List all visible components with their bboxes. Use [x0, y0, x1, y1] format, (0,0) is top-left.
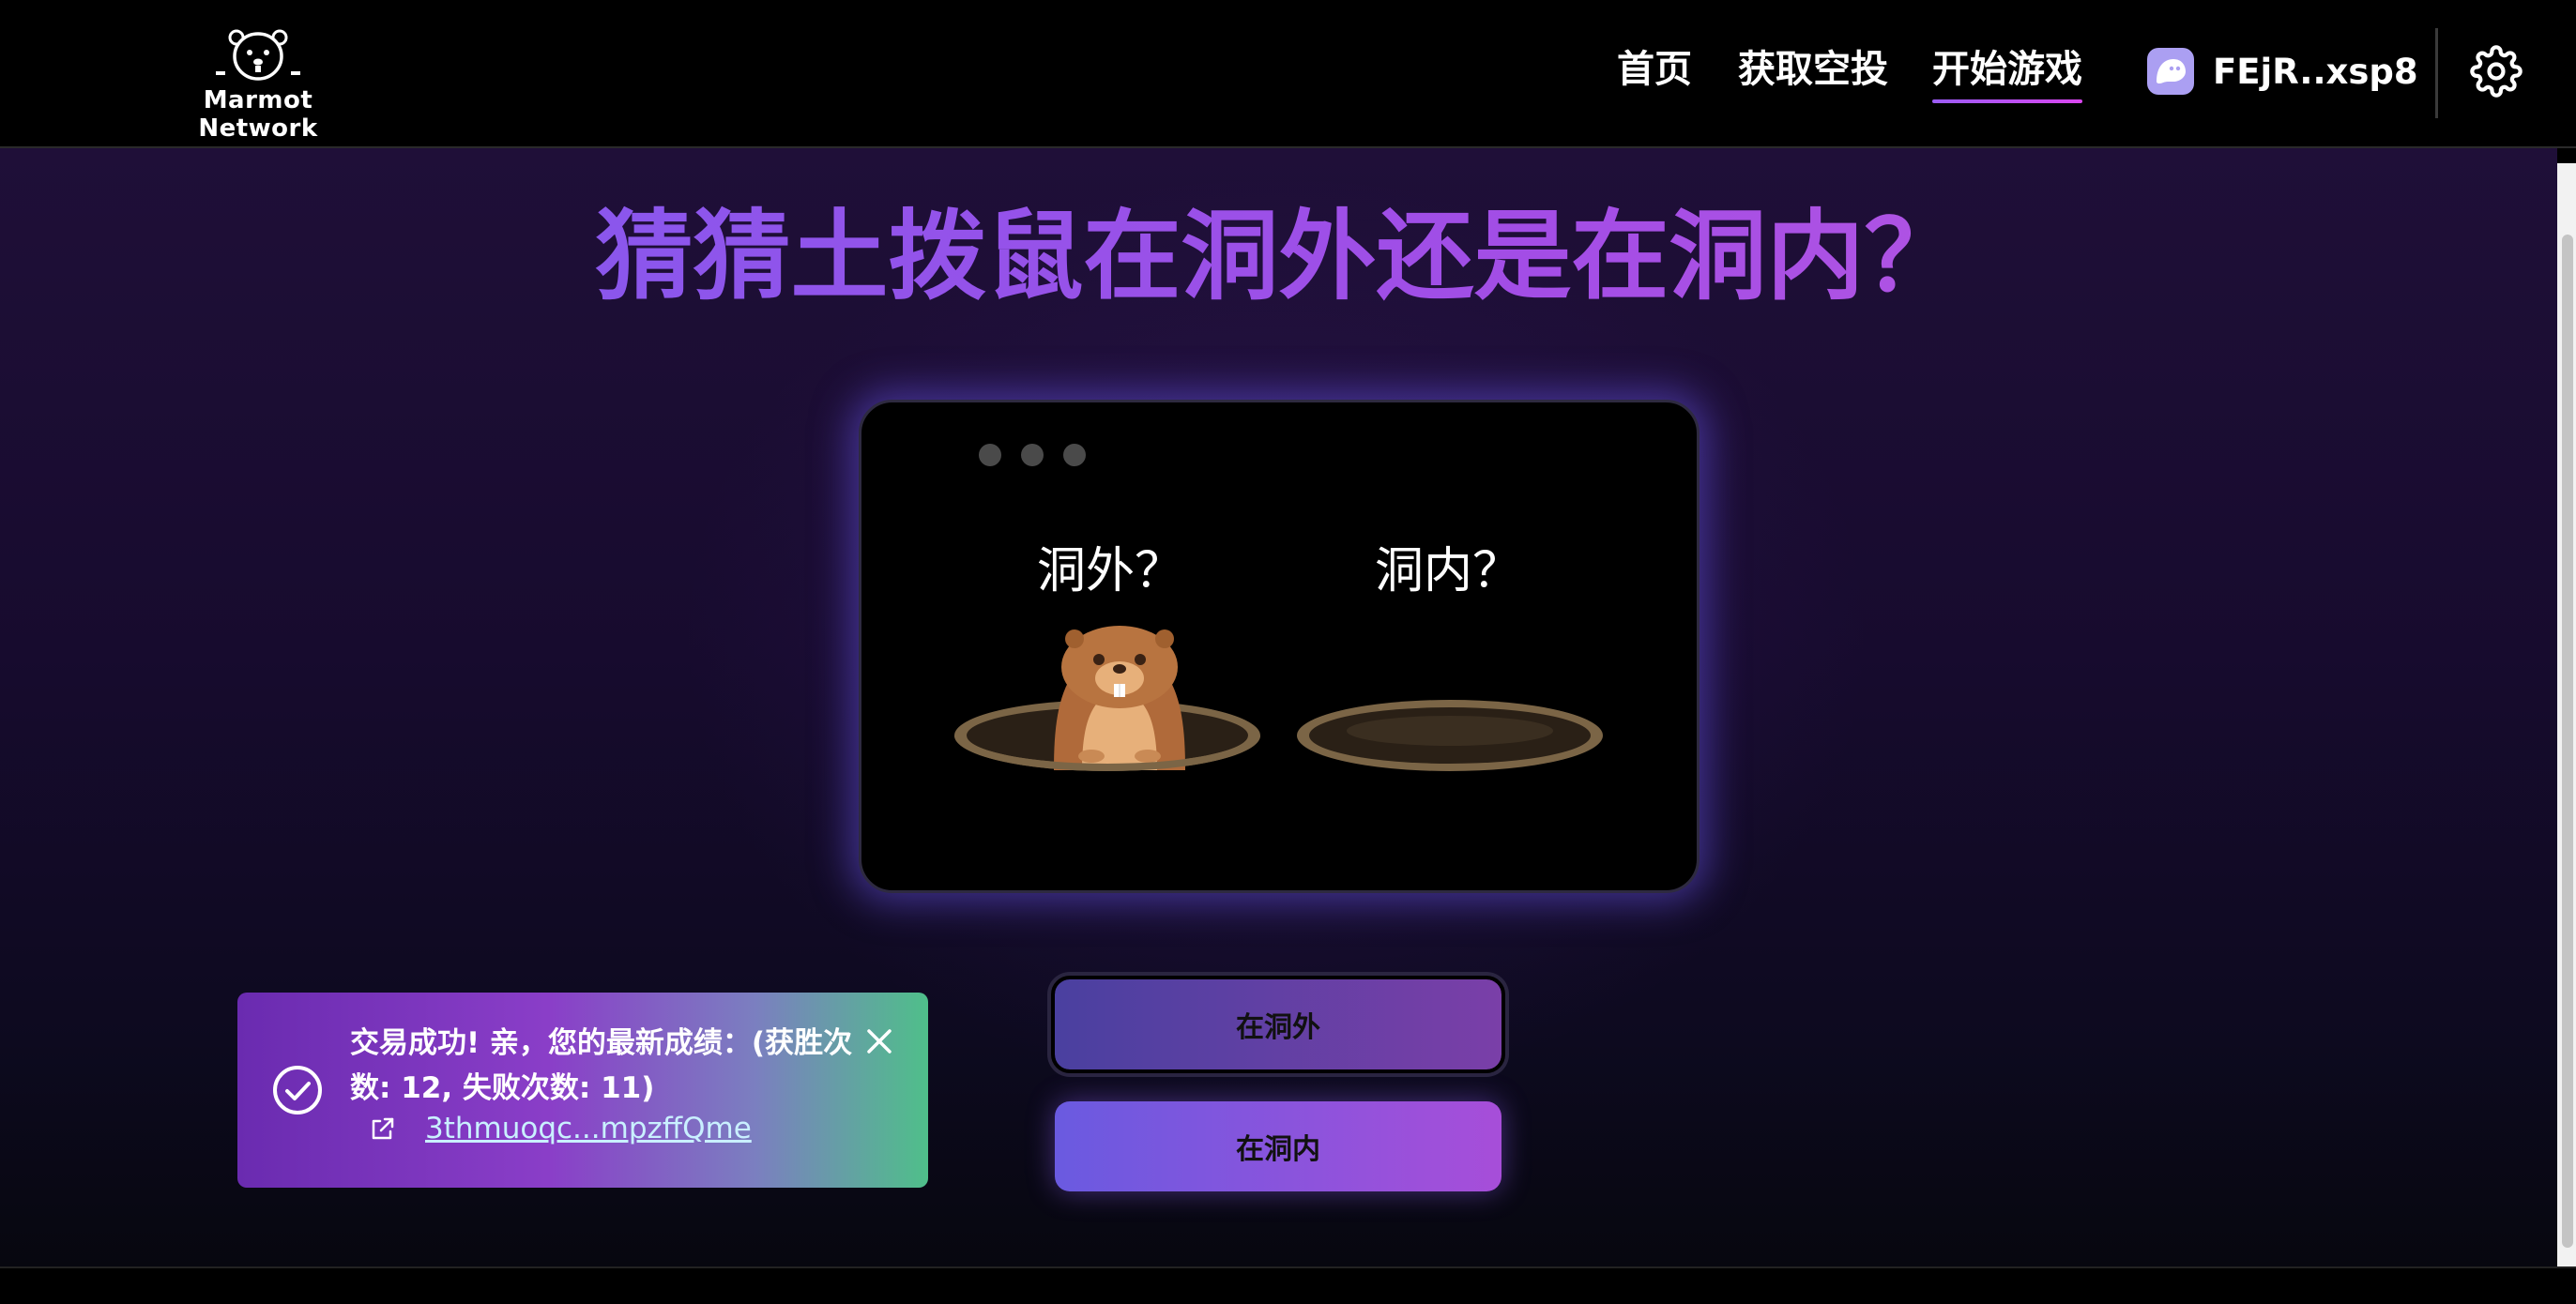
bottom-strip: [0, 1266, 2576, 1304]
window-dot: [1063, 444, 1086, 466]
top-navbar: Marmot Network 首页 获取空投 开始游戏 FEjR..xsp8: [0, 0, 2576, 148]
nav-home[interactable]: 首页: [1617, 41, 1692, 98]
marmot-network-logo[interactable]: Marmot Network: [150, 24, 366, 143]
marmot-logo-icon: [216, 29, 300, 81]
wallet-address: FEjR..xsp8: [2213, 51, 2418, 92]
nav-airdrop[interactable]: 获取空投: [1738, 41, 1888, 98]
close-icon[interactable]: [862, 1024, 896, 1058]
logo-text: Marmot Network: [198, 86, 318, 143]
check-circle-icon: [273, 1066, 322, 1114]
ghost-icon: [2147, 48, 2194, 95]
inside-label: 洞内？: [1374, 543, 1521, 599]
marmot-icon: [1054, 626, 1185, 770]
header-divider: [2435, 28, 2438, 118]
window-dot: [979, 444, 1001, 466]
external-link-icon: [372, 1117, 394, 1140]
hole-inside: [1297, 700, 1603, 771]
transaction-link[interactable]: 3thmuoqc...mpzffQme: [425, 1112, 752, 1145]
outside-label: 洞外？: [1036, 543, 1183, 599]
game-page: 猜猜土拨鼠在洞外还是在洞内？ 洞外？ 洞内？ 在洞外 在洞内 交易成功! 亲，您…: [0, 148, 2557, 1266]
page-title: 猜猜土拨鼠在洞外还是在洞内？: [0, 195, 2557, 317]
scrollbar-thumb[interactable]: [2562, 235, 2573, 1248]
guess-outside-button[interactable]: 在洞外: [1051, 976, 1505, 1073]
gear-icon[interactable]: [2470, 45, 2523, 98]
game-window: 洞外？ 洞内？: [859, 400, 1700, 893]
toast-message: 交易成功! 亲，您的最新成绩：(获胜次数: 12, 失败次数: 11): [350, 1026, 853, 1105]
success-toast: 交易成功! 亲，您的最新成绩：(获胜次数: 12, 失败次数: 11) 3thm…: [237, 993, 928, 1188]
guess-inside-button[interactable]: 在洞内: [1055, 1101, 1501, 1191]
wallet-button[interactable]: FEjR..xsp8: [2147, 43, 2418, 99]
nav-start-game[interactable]: 开始游戏: [1932, 41, 2082, 103]
window-dot: [1021, 444, 1044, 466]
